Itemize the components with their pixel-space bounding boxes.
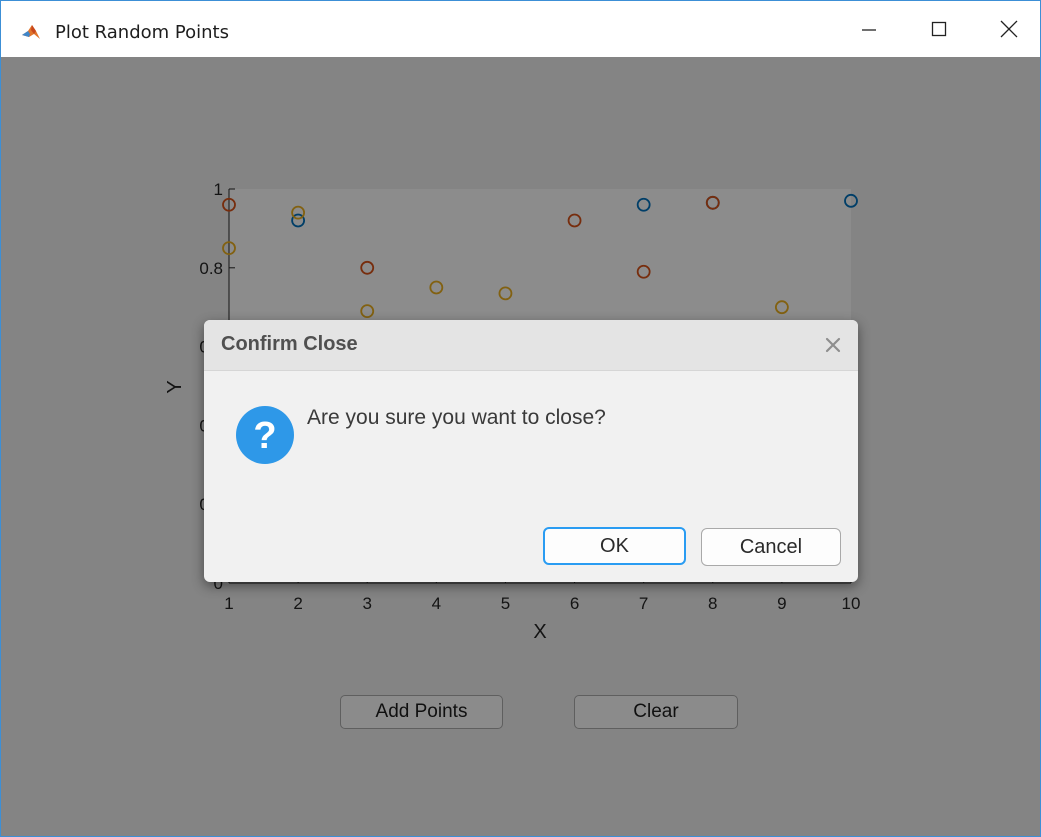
app-window: Plot Random Points 12345678910 00.20.40.… [0, 0, 1041, 837]
maximize-icon [931, 21, 947, 37]
dialog-title: Confirm Close [221, 333, 358, 355]
minimize-button[interactable] [834, 1, 904, 57]
question-icon: ? [236, 406, 294, 464]
ok-button[interactable]: OK [543, 527, 686, 565]
svg-text:?: ? [253, 415, 276, 457]
cancel-button[interactable]: Cancel [701, 528, 841, 566]
dialog-header[interactable]: Confirm Close [204, 320, 858, 371]
close-window-button[interactable] [974, 1, 1040, 57]
minimize-icon [862, 29, 876, 31]
close-icon[interactable] [822, 334, 844, 356]
window-title: Plot Random Points [55, 22, 229, 43]
dialog-message: Are you sure you want to close? [307, 406, 606, 429]
cancel-label: Cancel [739, 535, 803, 558]
ok-label: OK [600, 534, 629, 557]
title-bar[interactable]: Plot Random Points [1, 1, 1040, 57]
matlab-icon [21, 22, 41, 42]
maximize-button[interactable] [904, 1, 974, 57]
confirm-close-dialog: Confirm Close ? Are you sure you want to… [204, 320, 858, 582]
close-icon [1000, 20, 1018, 38]
